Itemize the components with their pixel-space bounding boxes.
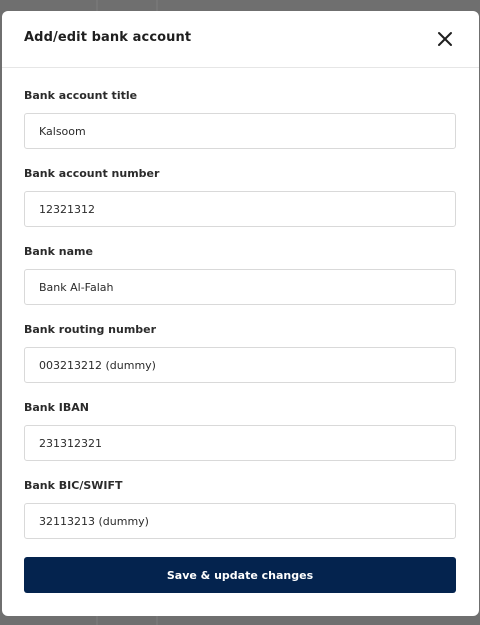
field-label: Bank account title [24, 89, 138, 102]
field-label: Bank account number [24, 167, 160, 180]
close-button[interactable] [435, 29, 455, 49]
routing-number-input[interactable] [24, 347, 456, 383]
field-label: Bank IBAN [24, 401, 89, 414]
field-bank-name: Bank name [24, 245, 456, 323]
field-routing-number: Bank routing number [24, 323, 456, 401]
field-label: Bank BIC/SWIFT [24, 479, 123, 492]
field-account-title: Bank account title [24, 89, 456, 167]
iban-input[interactable] [24, 425, 456, 461]
field-label: Bank name [24, 245, 93, 258]
account-number-input[interactable] [24, 191, 456, 227]
field-iban: Bank IBAN [24, 401, 456, 479]
field-bic-swift: Bank BIC/SWIFT [24, 479, 456, 557]
bank-account-modal: Add/edit bank account Bank account title… [2, 11, 479, 616]
modal-title: Add/edit bank account [24, 30, 192, 45]
close-icon [438, 32, 452, 46]
field-account-number: Bank account number [24, 167, 456, 245]
save-update-button[interactable]: Save & update changes [24, 557, 456, 593]
modal-header: Add/edit bank account [2, 11, 479, 68]
bank-account-form: Bank account title Bank account number B… [24, 89, 456, 557]
field-label: Bank routing number [24, 323, 157, 336]
bank-name-input[interactable] [24, 269, 456, 305]
bic-swift-input[interactable] [24, 503, 456, 539]
account-title-input[interactable] [24, 113, 456, 149]
